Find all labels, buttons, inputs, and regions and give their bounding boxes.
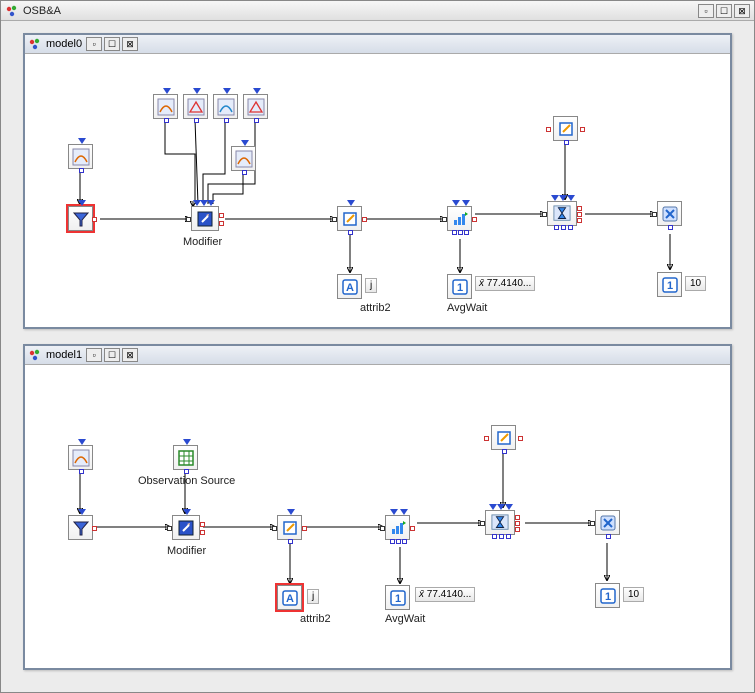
model0-canvas[interactable]: Modifier A j attrib2 xyxy=(25,54,730,327)
modifier-node[interactable] xyxy=(172,515,200,540)
distribution-source-node-2[interactable] xyxy=(153,94,178,119)
avgwait-value-box: x̄ 77.4140... xyxy=(415,587,475,602)
model0-icon xyxy=(28,37,42,51)
modifier-node[interactable] xyxy=(191,206,219,231)
model1-title: model1 xyxy=(46,349,82,361)
analyzer-node[interactable] xyxy=(385,515,410,540)
discard-node[interactable] xyxy=(657,201,682,226)
distribution-source-node[interactable] xyxy=(68,445,93,470)
distribution-source-node-5[interactable] xyxy=(243,94,268,119)
model1-connectors xyxy=(25,365,730,668)
discard-node[interactable] xyxy=(595,510,620,535)
avgwait-label: AvgWait xyxy=(447,302,487,314)
model1-canvas[interactable]: Observation Source Modifier xyxy=(25,365,730,668)
close-button[interactable]: ⊠ xyxy=(734,4,750,18)
maximize-button[interactable]: ☐ xyxy=(716,4,732,18)
modifier-label: Modifier xyxy=(167,545,206,557)
svg-text:A: A xyxy=(346,282,354,294)
minimize-button[interactable]: ▫ xyxy=(698,4,714,18)
app-icon xyxy=(5,4,19,18)
observation-source-node[interactable] xyxy=(173,445,198,470)
stats-collector-node[interactable] xyxy=(547,201,577,226)
counter-node[interactable]: 1 xyxy=(447,274,472,299)
stats-collector-node[interactable] xyxy=(485,510,515,535)
model1-maximize-button[interactable]: ☐ xyxy=(104,348,120,362)
attrib-j-box: j xyxy=(307,589,319,604)
model0-minimize-button[interactable]: ▫ xyxy=(86,37,102,51)
edit-node[interactable] xyxy=(277,515,302,540)
model0-connectors xyxy=(25,54,730,327)
outer-window-buttons: ▫ ☐ ⊠ xyxy=(698,4,750,18)
counter-node[interactable]: 1 xyxy=(385,585,410,610)
edit-node[interactable] xyxy=(337,206,362,231)
count-10-box: 10 xyxy=(623,587,644,602)
model0-window-buttons: ▫ ☐ ⊠ xyxy=(86,37,138,51)
model1-close-button[interactable]: ⊠ xyxy=(122,348,138,362)
distribution-source-node-3[interactable] xyxy=(183,94,208,119)
model1-minimize-button[interactable]: ▫ xyxy=(86,348,102,362)
model0-title: model0 xyxy=(46,38,82,50)
svg-text:1: 1 xyxy=(394,593,400,605)
attrib-j-box: j xyxy=(365,278,377,293)
edit-node-2[interactable] xyxy=(491,425,516,450)
avgwait-value-box: x̄ 77.4140... xyxy=(475,276,535,291)
attribute-a-node[interactable]: A xyxy=(277,585,302,610)
outer-title: OSB&A xyxy=(23,5,694,17)
obs-source-label: Observation Source xyxy=(138,475,235,487)
attrib-label: attrib2 xyxy=(300,613,331,625)
model0-maximize-button[interactable]: ☐ xyxy=(104,37,120,51)
model1-titlebar[interactable]: model1 ▫ ☐ ⊠ xyxy=(25,346,730,365)
filter-node[interactable] xyxy=(68,515,93,540)
svg-text:A: A xyxy=(286,593,294,605)
distribution-source-node-6[interactable] xyxy=(231,146,256,171)
count-10-box: 10 xyxy=(685,276,706,291)
counter-10-node[interactable]: 1 xyxy=(657,272,682,297)
distribution-source-node[interactable] xyxy=(68,144,93,169)
model1-icon xyxy=(28,348,42,362)
svg-text:1: 1 xyxy=(456,282,462,294)
model1-window-buttons: ▫ ☐ ⊠ xyxy=(86,348,138,362)
attribute-a-node[interactable]: A xyxy=(337,274,362,299)
distribution-source-node-4[interactable] xyxy=(213,94,238,119)
model0-window[interactable]: model0 ▫ ☐ ⊠ xyxy=(23,33,732,329)
model0-titlebar[interactable]: model0 ▫ ☐ ⊠ xyxy=(25,35,730,54)
filter-node[interactable] xyxy=(68,206,93,231)
avgwait-label: AvgWait xyxy=(385,613,425,625)
counter-10-node[interactable]: 1 xyxy=(595,583,620,608)
svg-text:1: 1 xyxy=(666,280,672,292)
svg-text:1: 1 xyxy=(604,591,610,603)
outer-window: OSB&A ▫ ☐ ⊠ model0 ▫ ☐ ⊠ xyxy=(0,0,755,693)
attrib-label: attrib2 xyxy=(360,302,391,314)
outer-titlebar[interactable]: OSB&A ▫ ☐ ⊠ xyxy=(1,1,754,21)
modifier-label: Modifier xyxy=(183,236,222,248)
analyzer-node[interactable] xyxy=(447,206,472,231)
model1-window[interactable]: model1 ▫ ☐ ⊠ xyxy=(23,344,732,670)
edit-node-2[interactable] xyxy=(553,116,578,141)
model0-close-button[interactable]: ⊠ xyxy=(122,37,138,51)
